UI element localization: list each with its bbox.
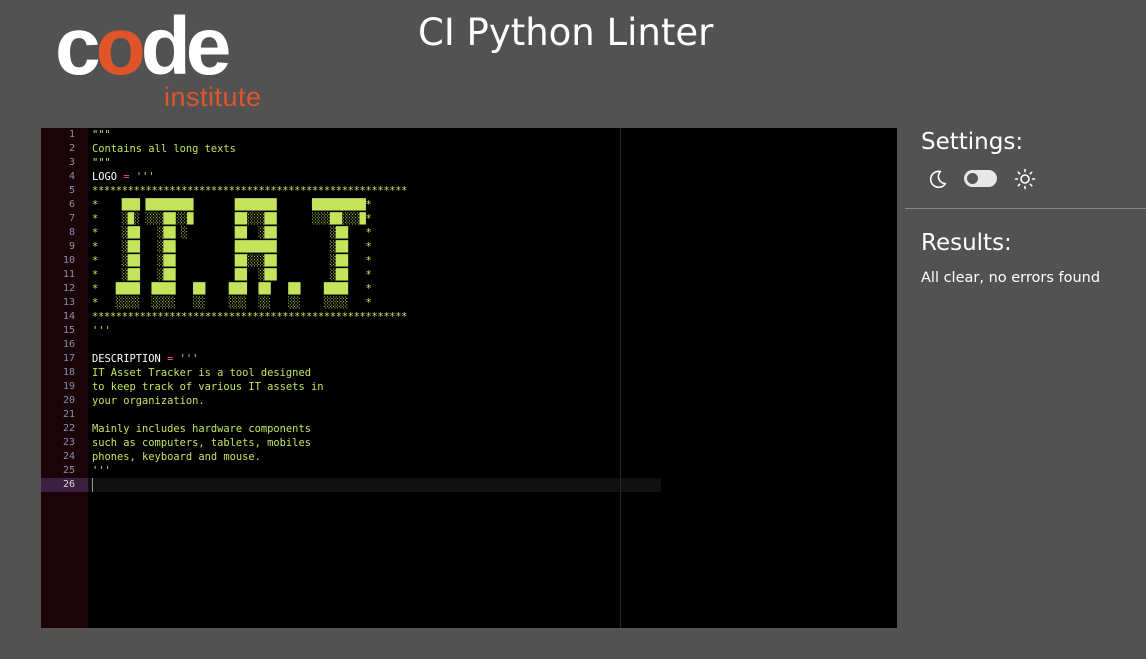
line-number: 8: [68, 227, 75, 238]
line-number: 13: [62, 297, 75, 308]
line-number: 9: [68, 241, 75, 252]
moon-icon[interactable]: [927, 168, 949, 190]
line-number: 18: [62, 367, 75, 378]
string-token: ''': [135, 171, 155, 183]
line-number: 5: [68, 185, 75, 196]
settings-divider: [905, 208, 1146, 209]
logo-wordmark: code: [55, 1, 231, 92]
code-line-1: """: [92, 129, 111, 141]
code-line-12: * ████ ████ ██ ███ ██ ██ ████ *: [92, 283, 372, 295]
code-line-3: """: [92, 157, 111, 169]
string-token: ''': [179, 353, 199, 365]
line-number: 15: [62, 325, 75, 336]
line-number: 22: [62, 423, 75, 434]
code-line-18: IT Asset Tracker is a tool designed: [92, 367, 311, 379]
variable-token: DESCRIPTION: [92, 353, 161, 365]
code-line-10: * ░██ ░██ ██░░░██ ░██ *: [92, 255, 372, 267]
line-number: 19: [62, 381, 75, 392]
line-number: 24: [62, 451, 75, 462]
code-line-23: such as computers, tablets, mobiles: [92, 437, 311, 449]
logo-tagline: institute: [164, 82, 262, 112]
code-line-17: DESCRIPTION = ''': [92, 352, 198, 366]
code-institute-logo: code institute: [55, 6, 285, 112]
line-number: 25: [62, 465, 75, 476]
operator-token: =: [123, 171, 130, 183]
page-title: CI Python Linter: [418, 11, 714, 54]
line-number: 14: [62, 311, 75, 322]
code-line-4: LOGO = ''': [92, 170, 155, 184]
line-number: 6: [68, 199, 75, 210]
operator-token: =: [167, 353, 174, 365]
toggle-knob: [967, 173, 978, 184]
sun-icon[interactable]: [1014, 168, 1036, 190]
line-number: 2: [68, 143, 75, 154]
text-cursor: [92, 478, 93, 492]
code-line-14: ****************************************…: [92, 311, 408, 323]
code-line-9: * ░██ ░██ ███████ ░██ *: [92, 241, 372, 253]
line-number: 10: [62, 255, 75, 266]
code-line-11: * ░██ ░██ ██ ░██ ░██ *: [92, 269, 372, 281]
results-title: Results:: [921, 230, 1012, 256]
line-number: 4: [68, 171, 75, 182]
code-line-24: phones, keyboard and mouse.: [92, 451, 261, 463]
theme-toggle[interactable]: [964, 170, 997, 187]
settings-title: Settings:: [921, 129, 1024, 155]
code-editor[interactable]: 1 2 3 4 5 6 7 8 9 10 11 12 13 14 15 16 17 18 19 20 21 22 23 24 2…: [41, 128, 897, 628]
code-line-15: ''': [92, 325, 111, 337]
line-number: 17: [62, 353, 75, 364]
line-number: 20: [62, 395, 75, 406]
code-line-6: * ███ ████████ ███████ █████████*: [92, 199, 372, 211]
line-number: 11: [62, 269, 75, 280]
results-message: All clear, no errors found: [921, 270, 1101, 286]
variable-token: LOGO: [92, 171, 118, 183]
line-number: 3: [68, 157, 75, 168]
code-line-13: * ░░░░ ░░░░ ░░ ░░░ ░░ ░░ ░░░░ *: [92, 297, 372, 309]
line-number: 12: [62, 283, 75, 294]
code-line-20: your organization.: [92, 395, 205, 407]
print-margin-ruler: [620, 128, 621, 628]
line-number: 23: [62, 437, 75, 448]
code-line-19: to keep track of various IT assets in: [92, 381, 324, 393]
code-line-8: * ░██ ░██ ░ ██ ░██ ░██ *: [92, 227, 372, 239]
active-line-highlight: [88, 478, 661, 492]
side-panel: Settings: Results: All clear, no errors …: [905, 128, 1146, 328]
line-number: 21: [62, 409, 75, 420]
code-line-7: * ░█░ ░░░██░░█ ██░░░██ ░░░██░░░█*: [92, 213, 372, 225]
line-number: 7: [68, 213, 75, 224]
code-line-25: ''': [92, 465, 111, 477]
code-line-2: Contains all long texts: [92, 143, 236, 155]
line-number: 1: [68, 129, 75, 140]
line-number: 26: [62, 479, 75, 490]
code-line-5: ****************************************…: [92, 185, 408, 197]
code-line-22: Mainly includes hardware components: [92, 423, 311, 435]
line-number: 16: [62, 339, 75, 350]
